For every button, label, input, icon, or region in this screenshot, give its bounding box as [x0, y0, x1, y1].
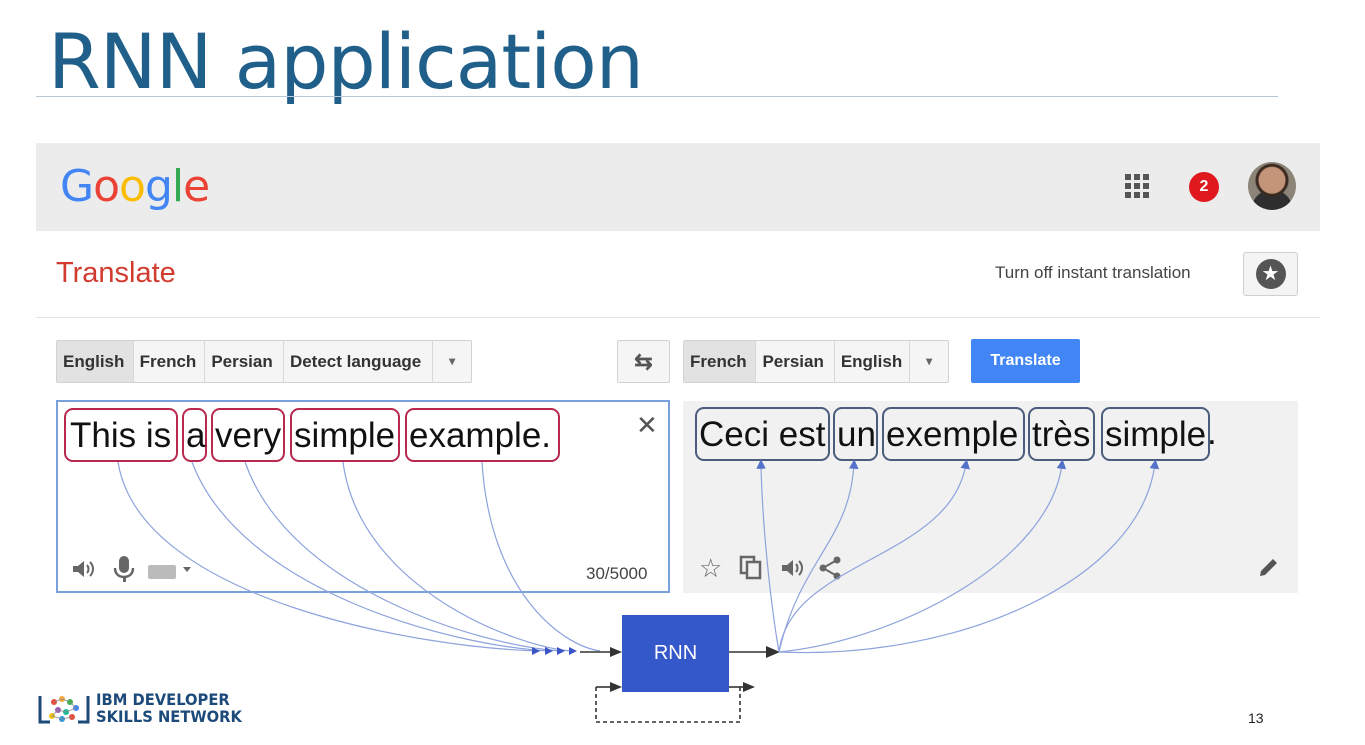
target-word: Ceci est	[695, 407, 830, 461]
title-divider	[36, 96, 1278, 97]
logo-letter: G	[60, 161, 94, 212]
keyboard-icon[interactable]	[147, 560, 195, 588]
target-word: très	[1028, 407, 1095, 461]
avatar[interactable]	[1248, 162, 1296, 210]
logo-letter: e	[183, 161, 210, 212]
rnn-block: RNN	[622, 615, 729, 692]
brand-line-1: IBM DEVELOPER	[96, 690, 230, 709]
chevron-down-icon[interactable]: ▾	[433, 341, 471, 382]
target-lang-persian[interactable]: Persian	[756, 341, 835, 382]
speaker-icon[interactable]	[779, 555, 805, 588]
translate-title: Translate	[56, 257, 176, 289]
brand-line-2: SKILLS NETWORK	[96, 707, 242, 726]
source-word: a	[182, 408, 207, 462]
page-number: 13	[1248, 710, 1264, 726]
target-lang-english[interactable]: English	[835, 341, 911, 382]
apps-grid-icon[interactable]	[1125, 174, 1149, 198]
chevron-down-icon[interactable]: ▾	[910, 341, 948, 382]
target-trailing-period: .	[1207, 413, 1217, 452]
source-lang-persian[interactable]: Persian	[205, 341, 284, 382]
translate-button[interactable]: Translate	[971, 339, 1080, 383]
share-icon[interactable]	[818, 555, 842, 588]
input-arrow-heads	[532, 647, 577, 655]
target-word: un	[833, 407, 878, 461]
clear-icon[interactable]: ✕	[636, 410, 658, 441]
target-lang-french[interactable]: French	[684, 341, 757, 382]
target-word: exemple	[882, 407, 1025, 461]
swap-icon: ⇆	[634, 349, 653, 374]
translation-output: Ceci est un exemple très simple . ☆	[683, 401, 1298, 593]
source-word: very	[211, 408, 285, 462]
logo-letter: g	[144, 161, 173, 212]
source-word: simple	[290, 408, 400, 462]
source-word: This is	[64, 408, 178, 462]
google-logo[interactable]: Google	[60, 161, 210, 212]
instant-translation-toggle[interactable]: Turn off instant translation	[995, 263, 1191, 283]
star-icon: ★	[1255, 259, 1286, 289]
logo-letter: o	[119, 161, 146, 212]
target-word: simple	[1101, 407, 1210, 461]
source-text-area[interactable]: This is a very simple example. ✕ 30/5000	[56, 400, 670, 593]
source-lang-french[interactable]: French	[134, 341, 206, 382]
source-lang-english[interactable]: English	[57, 341, 134, 382]
section-divider	[36, 317, 1320, 318]
target-language-bar: French Persian English ▾	[683, 340, 949, 383]
star-outline-icon[interactable]: ☆	[699, 553, 722, 584]
recurrent-loop	[595, 687, 741, 723]
ibm-developer-skills-network-logo: IBM DEVELOPER SKILLS NETWORK	[36, 690, 255, 726]
source-lang-detect[interactable]: Detect language	[284, 341, 434, 382]
character-count: 30/5000	[586, 564, 648, 583]
logo-letter: l	[171, 161, 184, 212]
slide-title: RNN application	[48, 17, 644, 106]
logo-letter: o	[93, 161, 120, 212]
notification-badge[interactable]: 2	[1189, 172, 1219, 202]
pencil-icon[interactable]	[1257, 555, 1281, 586]
microphone-icon[interactable]	[112, 554, 136, 591]
saved-phrases-button[interactable]: ★	[1243, 252, 1298, 296]
copy-icon[interactable]	[739, 555, 763, 588]
swap-languages-button[interactable]: ⇆	[617, 340, 670, 383]
ibm-network-icon	[36, 690, 92, 726]
source-word: example.	[405, 408, 560, 462]
google-header: Google 2	[36, 143, 1320, 231]
source-language-bar: English French Persian Detect language ▾	[56, 340, 472, 383]
speaker-icon[interactable]	[70, 556, 96, 589]
